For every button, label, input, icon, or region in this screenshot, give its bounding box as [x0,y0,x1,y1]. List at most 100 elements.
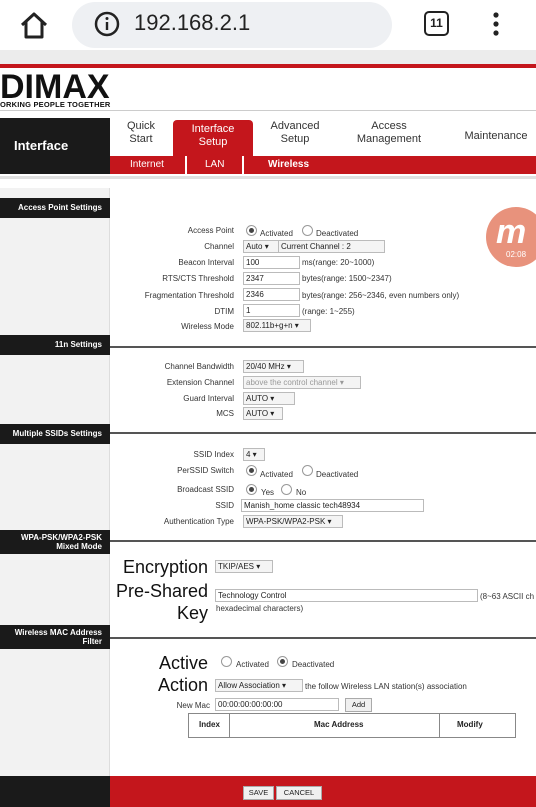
frag-label: Fragmentation Threshold [144,291,234,300]
subtab-separator [242,156,244,174]
current-channel-display: Current Channel : 2 [278,240,385,253]
ssid-input[interactable]: Manish_home classic tech48934 [241,499,424,512]
extension-channel-select[interactable]: above the control channel ▾ [243,376,361,389]
ap-deactivated-radio[interactable] [302,225,313,236]
perssid-deactivated-radio[interactable] [302,465,313,476]
channel-select[interactable]: Auto ▾ [243,240,279,253]
encryption-label: Encryption [122,557,208,577]
video-timer-badge: m 02:08 [486,207,536,267]
guard-interval-select[interactable]: AUTO ▾ [243,392,295,405]
subtab-wireless[interactable]: Wireless [268,159,309,170]
tab-access-management[interactable]: Access Management [350,120,428,146]
psk-input[interactable]: Technology Control [215,589,478,602]
perssid-activated-radio[interactable] [246,465,257,476]
beacon-label: Beacon Interval [178,258,234,267]
ap-activated-radio[interactable] [246,225,257,236]
broadcast-no-radio[interactable] [281,484,292,495]
ssid-index-label: SSID Index [193,450,234,459]
channel-label: Channel [204,242,234,251]
divider [0,110,536,111]
psk-hint: (8~63 ASCII ch [480,592,535,601]
wireless-mode-label: Wireless Mode [181,322,234,331]
mac-activated-text: Activated [236,660,269,669]
timer-time: 02:08 [506,250,527,259]
auth-type-select[interactable]: WPA-PSK/WPA2-PSK ▾ [243,515,343,528]
frag-hint: bytes(range: 256~2346, even numbers only… [302,291,460,300]
mac-action-hint: the follow Wireless LAN station(s) assoc… [305,682,467,691]
tab-quick-start[interactable]: Quick Start [118,120,164,146]
sidebar-panel [0,188,110,778]
bandwidth-select[interactable]: 20/40 MHz ▾ [243,360,304,373]
psk-label: Pre-Shared Key [115,581,208,623]
new-mac-label: New Mac [176,701,210,710]
save-button[interactable]: SAVE [243,786,274,800]
frag-input[interactable]: 2346 [243,288,300,301]
broadcast-ssid-label: Broadcast SSID [177,485,234,494]
subtab-lan[interactable]: LAN [205,159,224,170]
auth-type-label: Authentication Type [163,517,234,526]
sub-navigation [110,156,536,174]
access-point-label: Access Point [187,226,234,235]
page-edge [0,50,536,64]
footer-left [0,776,110,807]
section-label-ap: Access Point Settings [0,198,110,218]
col-mac-address: Mac Address [314,720,364,729]
cancel-button[interactable]: CANCEL [276,786,322,800]
tab-interface-setup[interactable]: Interface Setup [173,120,253,156]
new-mac-input[interactable]: 00:00:00:00:00:00 [215,698,339,711]
tab-advanced-setup[interactable]: Advanced Setup [262,120,328,146]
dtim-hint: (range: 1~255) [302,307,355,316]
add-mac-button[interactable]: Add [345,698,372,712]
ap-deactivated-text: Deactivated [316,229,359,238]
broadcast-no-text: No [296,488,307,497]
perssid-label: PerSSID Switch [177,466,234,475]
col-divider [229,714,230,737]
mac-table: Index Mac Address Modify [188,713,516,738]
beacon-input[interactable]: 100 [243,256,300,269]
broadcast-yes-text: Yes [261,488,275,497]
psk-hint-continued: hexadecimal characters) [216,604,304,613]
ssid-index-select[interactable]: 4 ▾ [243,448,265,461]
rts-label: RTS/CTS Threshold [162,274,234,283]
section-label-wpa: WPA-PSK/WPA2-PSK Mixed Mode [0,530,110,554]
tab-switcher-button[interactable]: 11 [424,11,449,36]
brand-logo: DIMAX [0,68,110,106]
wireless-mode-select[interactable]: 802.11b+g+n ▾ [243,319,311,332]
mac-deactivated-radio[interactable] [277,656,288,667]
home-icon[interactable] [18,10,50,40]
col-modify: Modify [457,720,483,729]
browser-toolbar: 192.168.2.1 11 [0,0,536,50]
dtim-input[interactable]: 1 [243,304,300,317]
rts-hint: bytes(range: 1500~2347) [302,274,392,283]
guard-interval-label: Guard Interval [183,394,234,403]
more-vert-icon[interactable] [492,11,500,37]
subtab-internet[interactable]: Internet [130,159,164,170]
section-divider [110,432,536,434]
mac-deactivated-text: Deactivated [292,660,335,669]
col-divider [439,714,440,737]
extension-channel-label: Extension Channel [166,378,234,387]
active-action-label: Active Action [157,653,208,695]
ap-activated-text: Activated [260,229,293,238]
mcs-select[interactable]: AUTO ▾ [243,407,283,420]
footer-bar [110,776,536,807]
section-label-mac: Wireless MAC Address Filter [0,625,110,649]
ssid-label: SSID [215,501,234,510]
section-label-11n: 11n Settings [0,335,110,355]
dtim-label: DTIM [214,307,234,316]
subtab-separator [185,156,187,174]
info-icon[interactable] [94,11,120,37]
perssid-activated-text: Activated [260,470,293,479]
tab-maintenance[interactable]: Maintenance [458,130,534,143]
rts-input[interactable]: 2347 [243,272,300,285]
section-divider [110,637,536,639]
broadcast-yes-radio[interactable] [246,484,257,495]
bandwidth-label: Channel Bandwidth [164,362,234,371]
beacon-hint: ms(range: 20~1000) [302,258,375,267]
nav-section-title: Interface [0,118,110,174]
mac-activated-radio[interactable] [221,656,232,667]
url-text[interactable]: 192.168.2.1 [134,10,250,36]
brand-tagline: ORKING PEOPLE TOGETHER [0,100,111,109]
mac-action-select[interactable]: Allow Association ▾ [215,679,303,692]
encryption-select[interactable]: TKIP/AES ▾ [215,560,273,573]
